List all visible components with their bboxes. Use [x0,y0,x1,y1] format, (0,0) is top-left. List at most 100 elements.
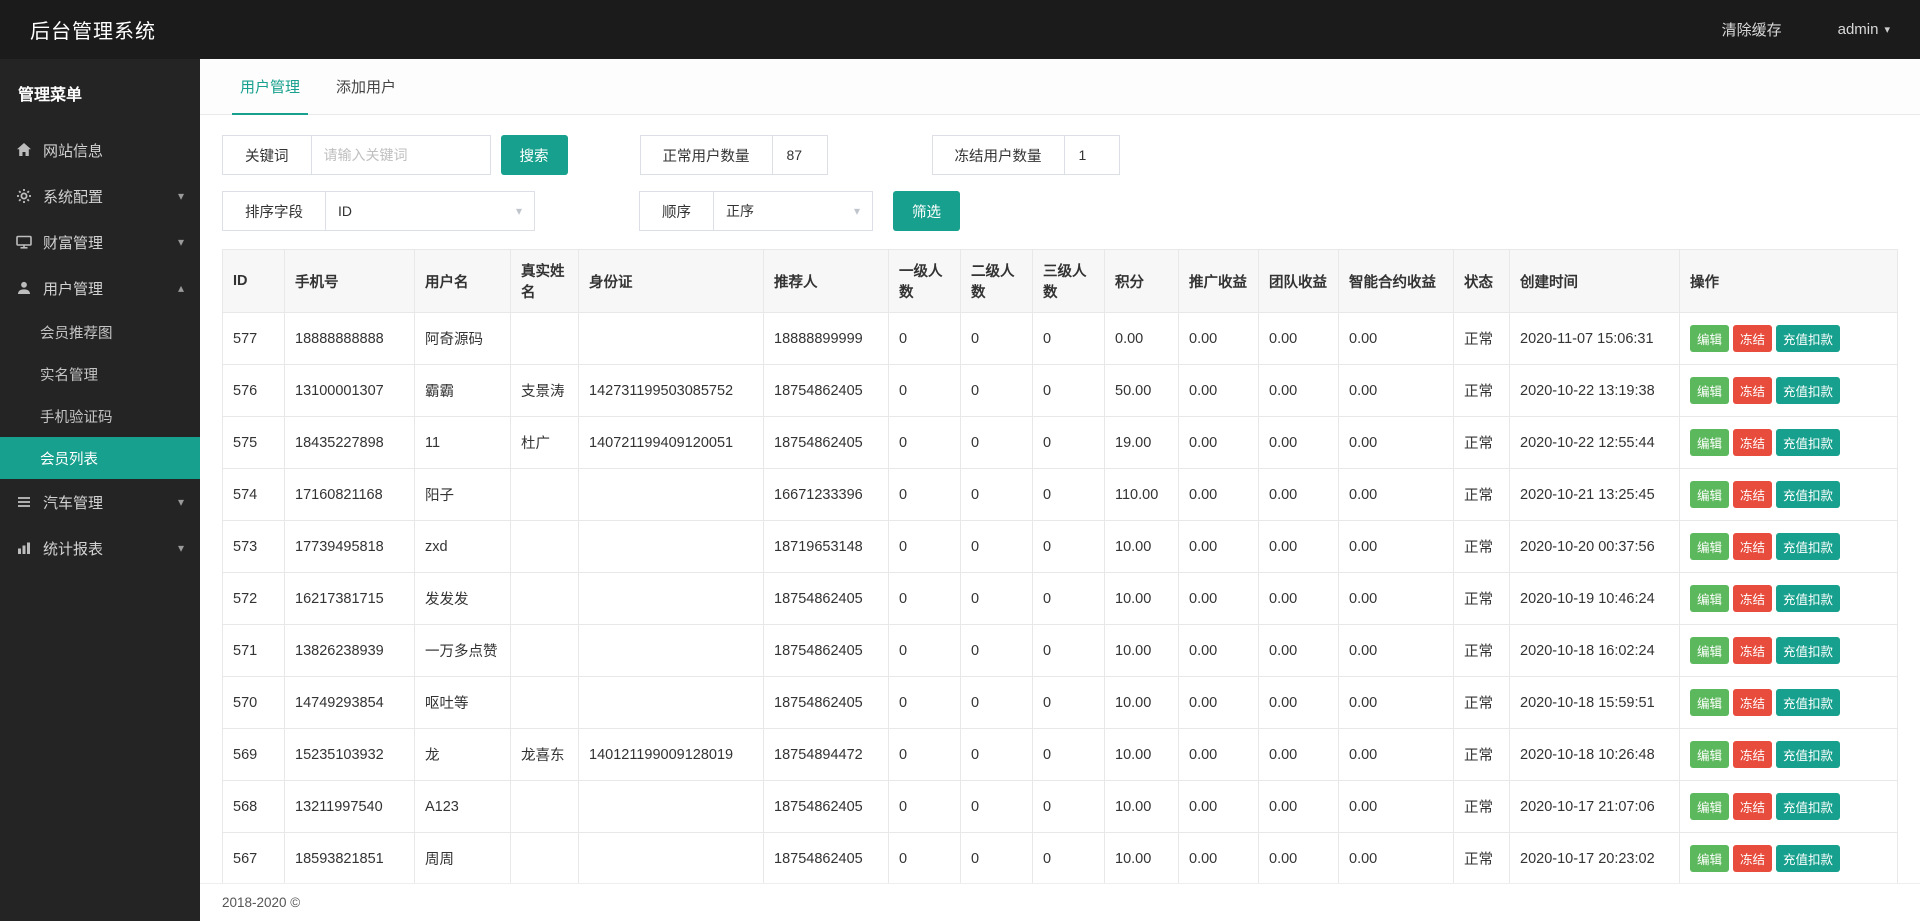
freeze-button[interactable]: 冻结 [1733,793,1772,820]
table-cell: 0 [889,833,961,884]
table-cell [511,521,579,573]
keyword-input[interactable] [311,135,491,175]
header-right: 清除缓存 admin ▾ [1722,19,1890,40]
recharge-deduct-button[interactable]: 充值扣款 [1776,377,1840,404]
table-cell: 杜广 [511,417,579,469]
freeze-button[interactable]: 冻结 [1733,533,1772,560]
table-cell: 568 [223,781,285,833]
edit-button[interactable]: 编辑 [1690,481,1729,508]
sidebar-item-car-management[interactable]: 汽车管理 ▾ [0,479,200,525]
table-cell: 13100001307 [285,365,415,417]
table-cell: 569 [223,729,285,781]
order-select[interactable]: 正序 ▾ [713,191,873,231]
edit-button[interactable]: 编辑 [1690,429,1729,456]
edit-button[interactable]: 编辑 [1690,793,1729,820]
edit-button[interactable]: 编辑 [1690,741,1729,768]
column-header: 身份证 [579,250,764,313]
sidebar-item-site-info[interactable]: 网站信息 [0,127,200,173]
freeze-button[interactable]: 冻结 [1733,585,1772,612]
tab-add-user[interactable]: 添加用户 [318,59,414,114]
sidebar-subitem-member-list[interactable]: 会员列表 [0,437,200,479]
column-header: 团队收益 [1259,250,1339,313]
column-header: 推广收益 [1179,250,1259,313]
table-cell: 周周 [415,833,511,884]
clear-cache-link[interactable]: 清除缓存 [1722,19,1782,40]
edit-button[interactable]: 编辑 [1690,377,1729,404]
table-cell: 0 [961,573,1033,625]
recharge-deduct-button[interactable]: 充值扣款 [1776,481,1840,508]
table-cell: 10.00 [1105,781,1179,833]
cogs-icon [16,188,33,205]
column-header: 推荐人 [764,250,889,313]
freeze-button[interactable]: 冻结 [1733,325,1772,352]
table-cell: 0 [1033,417,1105,469]
recharge-deduct-button[interactable]: 充值扣款 [1776,689,1840,716]
table-cell: 0 [1033,781,1105,833]
search-button[interactable]: 搜索 [501,135,568,175]
table-cell: 10.00 [1105,833,1179,884]
freeze-button[interactable]: 冻结 [1733,689,1772,716]
tab-bar: 用户管理 添加用户 [200,59,1920,115]
sidebar-subitem-sms-code[interactable]: 手机验证码 [0,395,200,437]
table-cell: 支景涛 [511,365,579,417]
table-cell: 0 [961,365,1033,417]
edit-button[interactable]: 编辑 [1690,585,1729,612]
normal-users-count: 87 [772,135,828,175]
recharge-deduct-button[interactable]: 充值扣款 [1776,585,1840,612]
freeze-button[interactable]: 冻结 [1733,481,1772,508]
sub-item-label: 实名管理 [40,364,98,385]
table-row: 56718593821851周周1875486240500010.000.000… [223,833,1898,884]
freeze-button[interactable]: 冻结 [1733,637,1772,664]
table-row: 56915235103932龙龙喜东1401211990091280191875… [223,729,1898,781]
table-cell [579,625,764,677]
edit-button[interactable]: 编辑 [1690,533,1729,560]
table-cell: 正常 [1454,833,1510,884]
recharge-deduct-button[interactable]: 充值扣款 [1776,741,1840,768]
table-cell: 0 [889,365,961,417]
table-cell: 0.00 [1179,469,1259,521]
recharge-deduct-button[interactable]: 充值扣款 [1776,845,1840,872]
sidebar-item-wealth[interactable]: 财富管理 ▾ [0,219,200,265]
row-actions: 编辑冻结充值扣款 [1680,833,1898,884]
edit-button[interactable]: 编辑 [1690,325,1729,352]
sort-field-select[interactable]: ID ▾ [325,191,535,231]
recharge-deduct-button[interactable]: 充值扣款 [1776,637,1840,664]
recharge-deduct-button[interactable]: 充值扣款 [1776,533,1840,560]
table-cell: 19.00 [1105,417,1179,469]
table-cell: 0.00 [1179,521,1259,573]
sidebar-item-system-config[interactable]: 系统配置 ▾ [0,173,200,219]
edit-button[interactable]: 编辑 [1690,637,1729,664]
recharge-deduct-button[interactable]: 充值扣款 [1776,793,1840,820]
sub-item-label: 会员列表 [40,448,98,469]
freeze-button[interactable]: 冻结 [1733,429,1772,456]
table-cell [511,313,579,365]
filter-button[interactable]: 筛选 [893,191,960,231]
sidebar-item-statistics[interactable]: 统计报表 ▾ [0,525,200,571]
table-cell: 142731199503085752 [579,365,764,417]
table-cell [511,573,579,625]
recharge-deduct-button[interactable]: 充值扣款 [1776,429,1840,456]
table-cell: 0.00 [1259,729,1339,781]
row-actions: 编辑冻结充值扣款 [1680,573,1898,625]
table-cell: 正常 [1454,677,1510,729]
table-cell: 0 [889,625,961,677]
recharge-deduct-button[interactable]: 充值扣款 [1776,325,1840,352]
sidebar-subitem-member-referral[interactable]: 会员推荐图 [0,311,200,353]
tab-user-management[interactable]: 用户管理 [222,59,318,114]
sidebar-subitem-realname[interactable]: 实名管理 [0,353,200,395]
edit-button[interactable]: 编辑 [1690,689,1729,716]
table-cell: 0.00 [1259,573,1339,625]
freeze-button[interactable]: 冻结 [1733,845,1772,872]
user-menu[interactable]: admin ▾ [1838,21,1890,38]
chevron-down-icon: ▾ [178,541,184,555]
table-cell: 10.00 [1105,677,1179,729]
sidebar-item-user-management[interactable]: 用户管理 ▴ [0,265,200,311]
freeze-button[interactable]: 冻结 [1733,377,1772,404]
row-actions: 编辑冻结充值扣款 [1680,417,1898,469]
table-cell: 正常 [1454,469,1510,521]
table-cell: 576 [223,365,285,417]
user-icon [16,280,33,297]
freeze-button[interactable]: 冻结 [1733,741,1772,768]
chevron-down-icon: ▾ [178,189,184,203]
edit-button[interactable]: 编辑 [1690,845,1729,872]
